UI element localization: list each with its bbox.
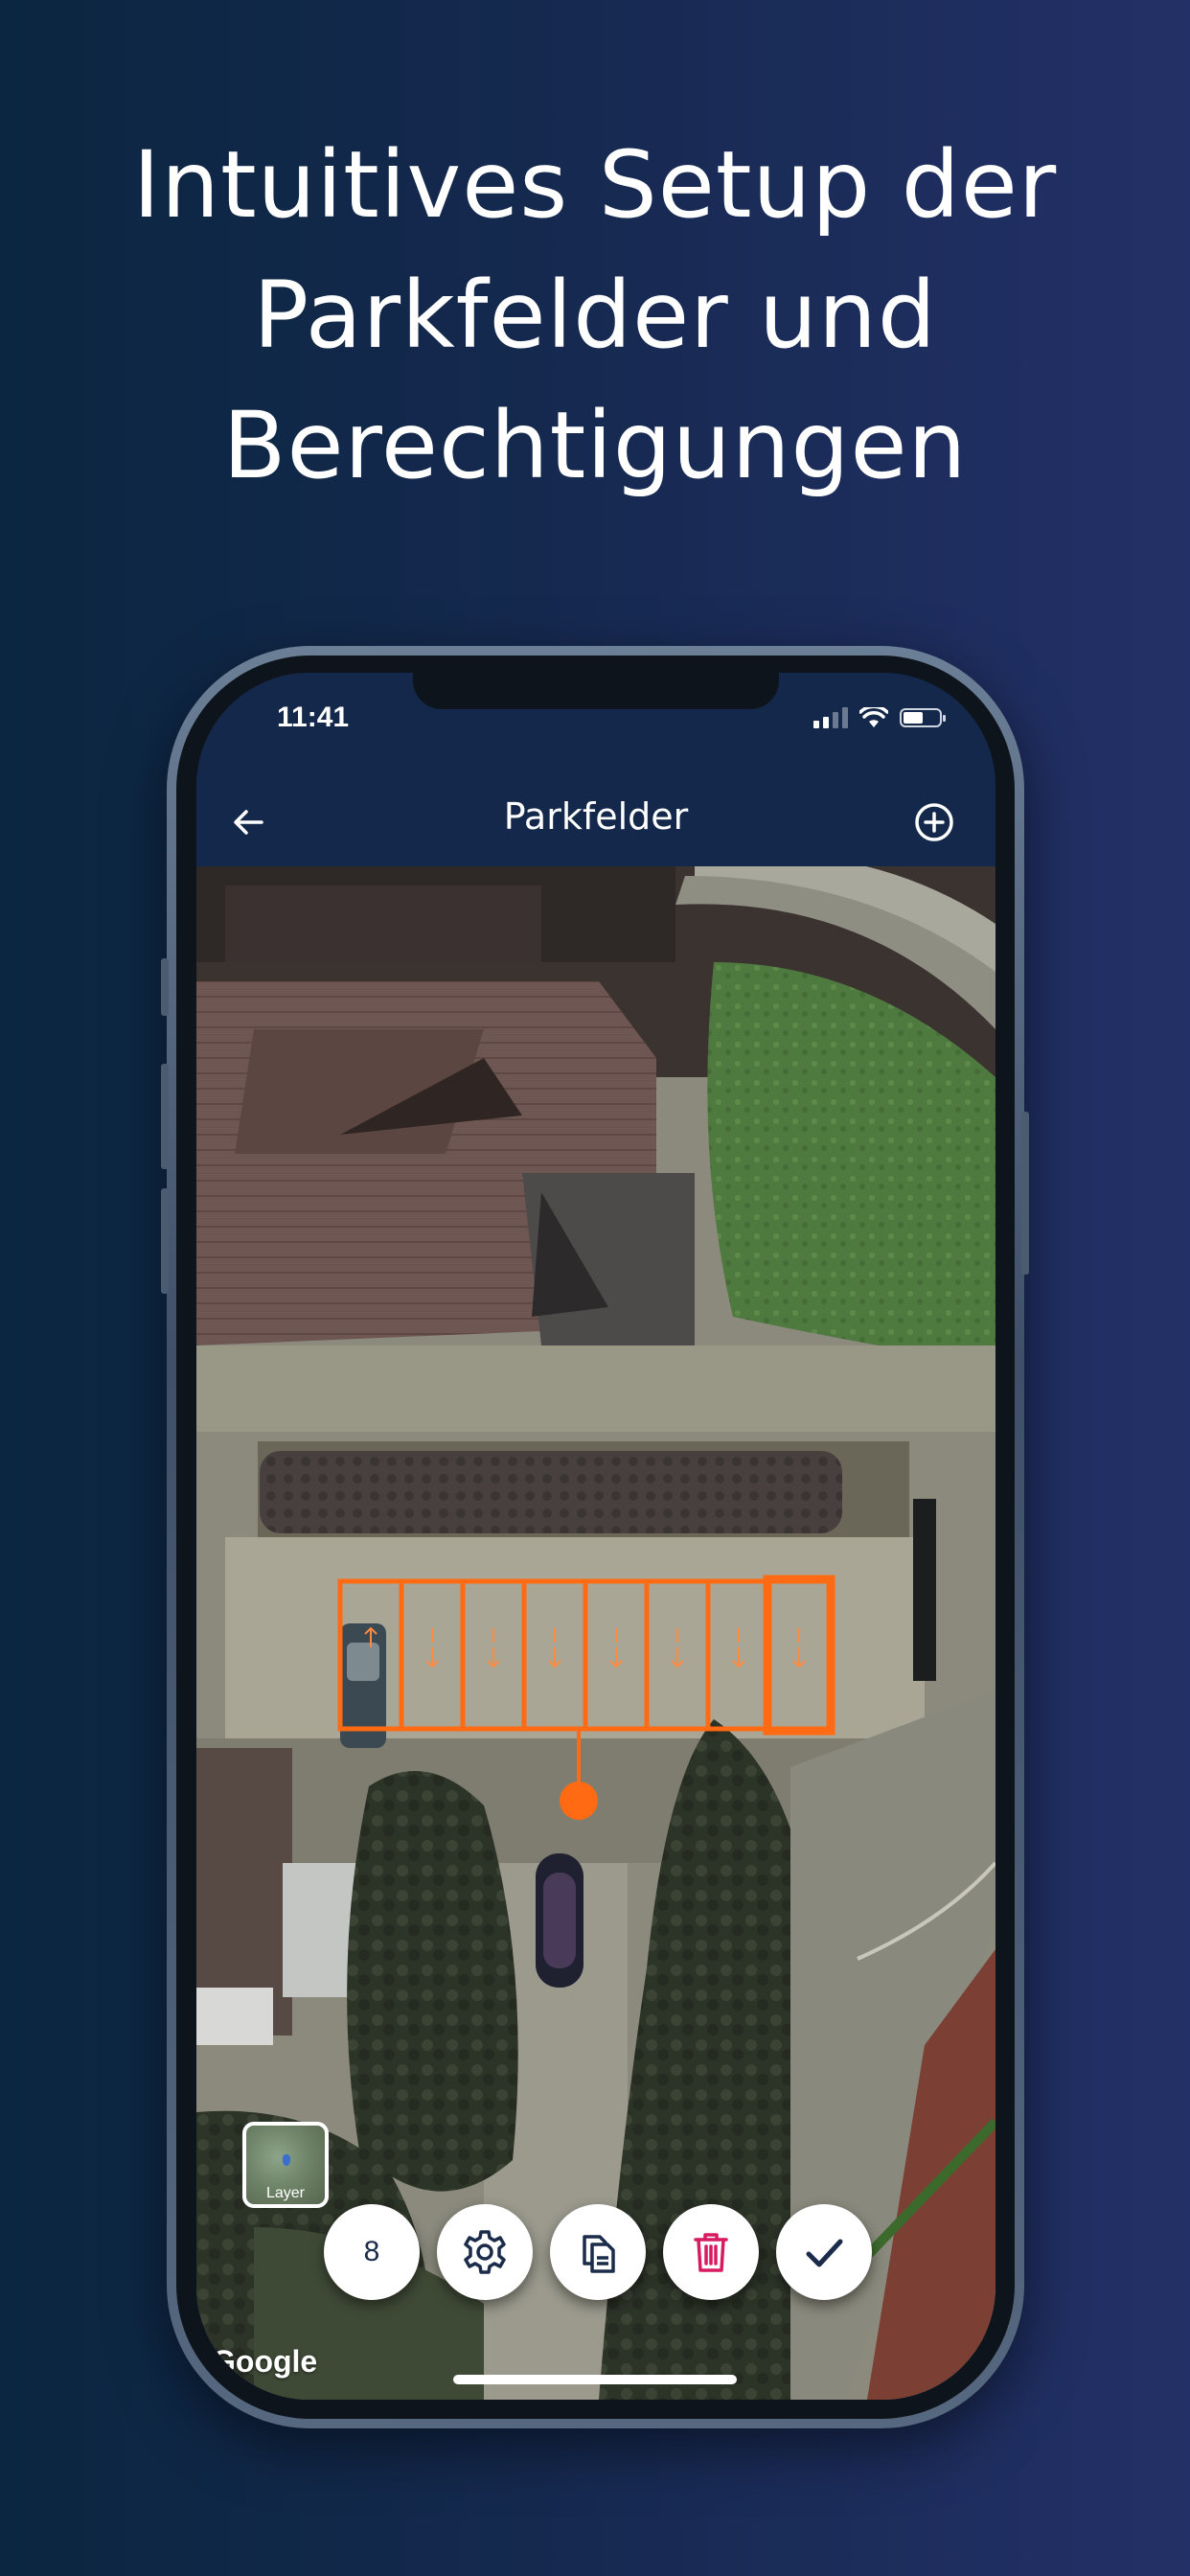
wifi-icon bbox=[859, 707, 888, 727]
notch bbox=[413, 673, 779, 709]
copy-button[interactable] bbox=[550, 2204, 646, 2300]
confirm-button[interactable] bbox=[776, 2204, 872, 2300]
copy-icon bbox=[583, 2235, 615, 2273]
parking-count-button[interactable]: 8 bbox=[324, 2204, 420, 2300]
power-button bbox=[1021, 1112, 1029, 1275]
nav-bar: Parkfelder bbox=[196, 778, 995, 866]
rotation-handle bbox=[560, 1782, 598, 1820]
layer-button[interactable]: Layer bbox=[242, 2122, 329, 2208]
volume-up-button bbox=[161, 1064, 169, 1169]
status-time: 11:41 bbox=[277, 702, 350, 733]
parking-count-value: 8 bbox=[363, 2236, 380, 2267]
map-attribution: Google bbox=[212, 2344, 318, 2379]
gear-icon bbox=[464, 2230, 506, 2274]
page-headline: Intuitives Setup der Parkfelder und Bere… bbox=[0, 120, 1190, 511]
layer-label: Layer bbox=[265, 2185, 306, 2201]
cellular-signal-icon bbox=[813, 707, 848, 728]
volume-down-button bbox=[161, 1188, 169, 1294]
trash-icon bbox=[694, 2233, 728, 2272]
page-title: Parkfelder bbox=[503, 795, 689, 838]
check-icon bbox=[806, 2239, 843, 2267]
mute-switch bbox=[161, 958, 169, 1016]
status-icons bbox=[813, 705, 946, 730]
headline-line-3: Berechtigungen bbox=[222, 392, 968, 499]
headline-line-2: Parkfelder und bbox=[253, 262, 937, 369]
battery-icon bbox=[900, 708, 946, 727]
phone-screen: 11:41 Parkfelder Layer 8 Google bbox=[196, 673, 995, 2400]
plus-circle-icon[interactable] bbox=[911, 799, 957, 845]
delete-button[interactable] bbox=[663, 2204, 759, 2300]
map-pin-icon bbox=[283, 2154, 290, 2166]
headline-line-1: Intuitives Setup der bbox=[132, 131, 1058, 239]
settings-button[interactable] bbox=[437, 2204, 533, 2300]
home-indicator bbox=[453, 2375, 737, 2384]
